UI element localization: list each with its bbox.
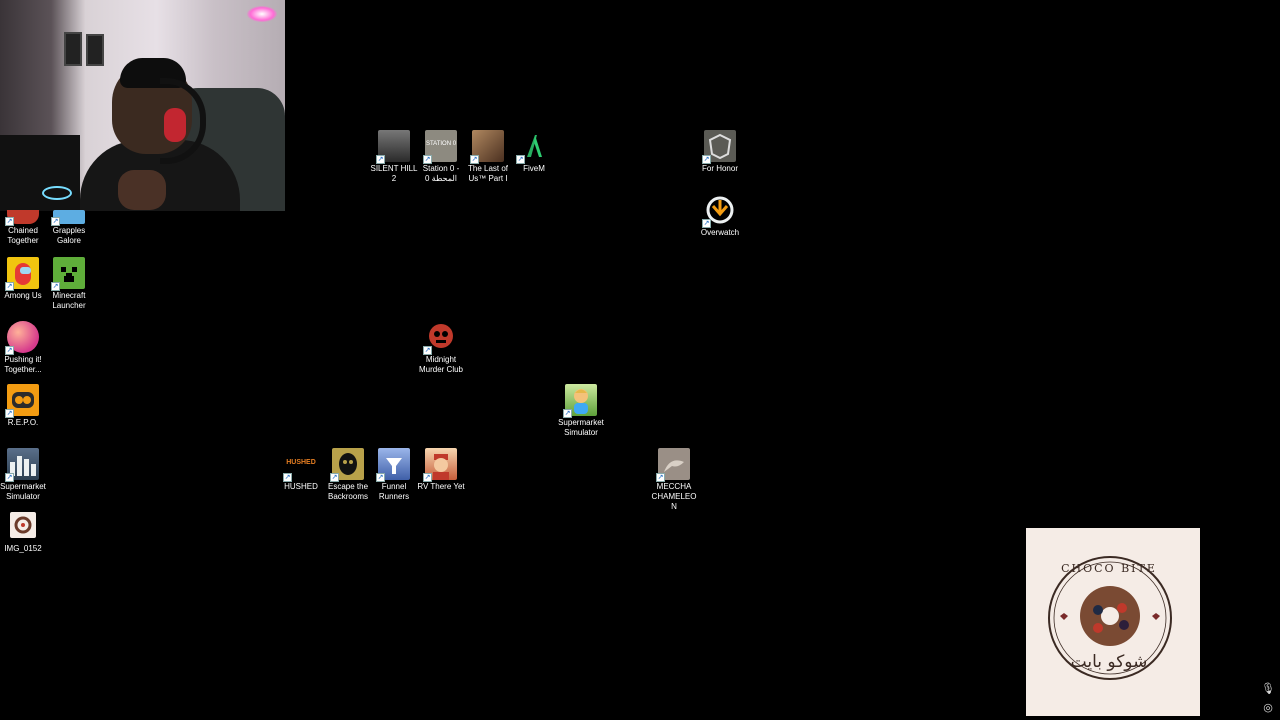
fivem-icon: ↗ — [516, 130, 550, 164]
icon-label: FiveM — [523, 164, 545, 173]
desktop-icon-rv-there-yet[interactable]: ↗ RV There Yet — [416, 448, 466, 492]
pushing-it-icon: ↗ — [5, 321, 39, 355]
icon-label: SILENT HILL 2 — [370, 164, 418, 183]
brand-name-ar: شوكو بايت — [1070, 652, 1148, 672]
station-logo-text: STATION 0 — [425, 141, 457, 147]
station-0-icon: STATION 0 ↗ — [423, 130, 457, 164]
meccha-chameleon-icon: ↗ — [656, 448, 690, 482]
repo-icon: ↗ — [5, 384, 39, 418]
icon-label: Supermarket Simulator — [558, 418, 604, 437]
neon-sign — [247, 6, 277, 22]
for-honor-icon: ↗ — [702, 130, 736, 164]
icon-label: Overwatch — [700, 228, 740, 237]
desktop-icon-supermarket-simulator-1[interactable]: ↗ Supermarket Simulator — [0, 448, 48, 502]
icon-label: Grapples Galore — [52, 226, 86, 245]
icon-label: Funnel Runners — [378, 482, 410, 501]
minecraft-icon: ↗ — [51, 257, 85, 291]
desktop-icon-silent-hill-2[interactable]: ↗ SILENT HILL 2 — [369, 130, 419, 184]
grapples-galore-icon: ↗ — [51, 210, 85, 226]
streamer-hand — [118, 170, 166, 210]
ring-light — [42, 186, 72, 200]
icon-label: MECCHA CHAMELEON — [651, 482, 697, 511]
icon-label: Station 0 - المحطة 0 — [422, 164, 460, 183]
rv-there-yet-icon: ↗ — [423, 448, 457, 482]
among-us-icon: ↗ — [5, 257, 39, 291]
icon-label: Escape the Backrooms — [327, 482, 369, 501]
desktop-icon-minecraft-launcher[interactable]: ↗ Minecraft Launcher — [44, 257, 94, 311]
desktop-icon-hushed[interactable]: HUSHED ↗ HUSHED — [276, 448, 326, 492]
icon-label: HUSHED — [284, 482, 318, 491]
desktop-icon-station-0[interactable]: STATION 0 ↗ Station 0 - المحطة 0 — [416, 130, 466, 184]
headphones-cup — [164, 108, 186, 142]
silent-hill-icon: ↗ — [376, 130, 410, 164]
desktop-icon-overwatch[interactable]: ↗ Overwatch — [695, 194, 745, 238]
desktop-icon-meccha-chameleon[interactable]: ↗ MECCHA CHAMELEON — [649, 448, 699, 512]
mic-stand — [0, 135, 80, 211]
icon-label: Supermarket Simulator — [0, 482, 46, 501]
desktop-icon-funnel-runners[interactable]: ↗ Funnel Runners — [369, 448, 419, 502]
icon-label: RV There Yet — [417, 482, 465, 491]
location-icon[interactable]: ◎ — [1261, 701, 1275, 715]
hushed-logo-text: HUSHED — [286, 459, 316, 466]
choco-bite-logo — [1048, 556, 1172, 680]
backrooms-icon: ↗ — [330, 448, 364, 482]
supermarket-cashier-icon: ↗ — [563, 384, 597, 418]
desktop-icon-repo[interactable]: ↗ R.E.P.O. — [0, 384, 48, 428]
midnight-murder-icon: ↗ — [423, 321, 457, 355]
icon-label: Minecraft Launcher — [52, 291, 86, 310]
desktop-icon-fivem[interactable]: ↗ FiveM — [509, 130, 559, 174]
desktop-icon-pushing-it-together[interactable]: ↗ Pushing it! Together... — [0, 321, 48, 375]
chained-together-icon: ↗ — [5, 210, 39, 226]
sponsor-overlay: CHOCO BITE شوكو بايت — [1026, 528, 1200, 716]
desktop-icon-for-honor[interactable]: ↗ For Honor — [695, 130, 745, 174]
wall-frame — [86, 34, 104, 66]
image-file-icon — [10, 512, 36, 538]
icon-label: R.E.P.O. — [7, 418, 39, 427]
desktop-icon-chained-together[interactable]: ↗ Chained Together — [0, 210, 48, 246]
icon-label: Among Us — [4, 291, 42, 300]
microphone-icon[interactable]: 🎙 — [1261, 682, 1275, 696]
hushed-icon: HUSHED ↗ — [283, 459, 316, 482]
desktop-icon-midnight-murder-club[interactable]: ↗ Midnight Murder Club — [416, 321, 466, 375]
desktop-icon-supermarket-simulator-2[interactable]: ↗ Supermarket Simulator — [556, 384, 606, 438]
overwatch-icon: ↗ — [702, 194, 736, 228]
webcam-overlay — [0, 0, 285, 211]
desktop-icon-grapples-galore[interactable]: ↗ Grapples Galore — [44, 210, 94, 246]
brand-name-en: CHOCO BITE — [1061, 562, 1157, 575]
icon-label: Midnight Murder Club — [418, 355, 463, 374]
desktop-icon-img-0152[interactable]: IMG_0152 — [0, 512, 48, 554]
desktop-icon-the-last-of-us[interactable]: ↗ The Last of Us™ Part I — [463, 130, 513, 184]
funnel-runners-icon: ↗ — [376, 448, 410, 482]
icon-label: IMG_0152 — [4, 544, 42, 553]
icon-label: The Last of Us™ Part I — [467, 164, 509, 183]
desktop-icon-among-us[interactable]: ↗ Among Us — [0, 257, 48, 301]
icon-label: Pushing it! Together... — [4, 355, 42, 374]
last-of-us-icon: ↗ — [470, 130, 504, 164]
desktop-icon-escape-backrooms[interactable]: ↗ Escape the Backrooms — [323, 448, 373, 502]
icon-label: Chained Together — [7, 226, 39, 245]
supermarket-city-icon: ↗ — [5, 448, 39, 482]
icon-label: For Honor — [701, 164, 738, 173]
wall-frame — [64, 32, 82, 66]
